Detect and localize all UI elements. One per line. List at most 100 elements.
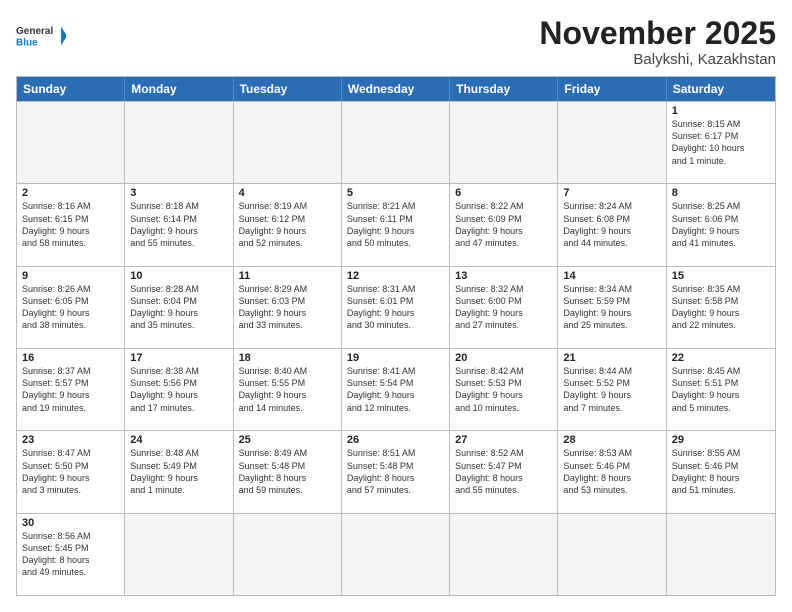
day-number: 16 xyxy=(22,352,119,364)
day-info: Sunrise: 8:16 AM Sunset: 6:15 PM Dayligh… xyxy=(22,200,119,249)
svg-text:Blue: Blue xyxy=(16,37,38,48)
calendar-header: SundayMondayTuesdayWednesdayThursdayFrid… xyxy=(17,77,775,101)
empty-cell-5-6 xyxy=(667,514,775,595)
day-number: 30 xyxy=(22,517,119,529)
day-info: Sunrise: 8:51 AM Sunset: 5:48 PM Dayligh… xyxy=(347,447,444,496)
day-info: Sunrise: 8:38 AM Sunset: 5:56 PM Dayligh… xyxy=(130,365,227,414)
day-cell-10: 10Sunrise: 8:28 AM Sunset: 6:04 PM Dayli… xyxy=(125,267,233,348)
day-info: Sunrise: 8:45 AM Sunset: 5:51 PM Dayligh… xyxy=(672,365,770,414)
day-cell-27: 27Sunrise: 8:52 AM Sunset: 5:47 PM Dayli… xyxy=(450,431,558,512)
day-info: Sunrise: 8:48 AM Sunset: 5:49 PM Dayligh… xyxy=(130,447,227,496)
weekday-header-friday: Friday xyxy=(558,77,666,101)
day-number: 22 xyxy=(672,352,770,364)
day-number: 11 xyxy=(239,270,336,282)
day-number: 9 xyxy=(22,270,119,282)
calendar-row-2: 9Sunrise: 8:26 AM Sunset: 6:05 PM Daylig… xyxy=(17,266,775,348)
empty-cell-5-1 xyxy=(125,514,233,595)
day-info: Sunrise: 8:53 AM Sunset: 5:46 PM Dayligh… xyxy=(563,447,660,496)
day-info: Sunrise: 8:42 AM Sunset: 5:53 PM Dayligh… xyxy=(455,365,552,414)
weekday-header-tuesday: Tuesday xyxy=(234,77,342,101)
day-cell-22: 22Sunrise: 8:45 AM Sunset: 5:51 PM Dayli… xyxy=(667,349,775,430)
day-number: 27 xyxy=(455,434,552,446)
svg-text:General: General xyxy=(16,26,53,37)
empty-cell-0-2 xyxy=(234,102,342,183)
day-cell-4: 4Sunrise: 8:19 AM Sunset: 6:12 PM Daylig… xyxy=(234,184,342,265)
empty-cell-0-1 xyxy=(125,102,233,183)
day-info: Sunrise: 8:41 AM Sunset: 5:54 PM Dayligh… xyxy=(347,365,444,414)
day-number: 19 xyxy=(347,352,444,364)
day-cell-17: 17Sunrise: 8:38 AM Sunset: 5:56 PM Dayli… xyxy=(125,349,233,430)
day-cell-19: 19Sunrise: 8:41 AM Sunset: 5:54 PM Dayli… xyxy=(342,349,450,430)
calendar-body: 1Sunrise: 8:15 AM Sunset: 6:17 PM Daylig… xyxy=(17,101,775,595)
day-cell-8: 8Sunrise: 8:25 AM Sunset: 6:06 PM Daylig… xyxy=(667,184,775,265)
day-info: Sunrise: 8:25 AM Sunset: 6:06 PM Dayligh… xyxy=(672,200,770,249)
day-cell-16: 16Sunrise: 8:37 AM Sunset: 5:57 PM Dayli… xyxy=(17,349,125,430)
month-title: November 2025 xyxy=(539,16,776,51)
weekday-header-saturday: Saturday xyxy=(667,77,775,101)
weekday-header-sunday: Sunday xyxy=(17,77,125,101)
day-cell-30: 30Sunrise: 8:56 AM Sunset: 5:45 PM Dayli… xyxy=(17,514,125,595)
day-cell-6: 6Sunrise: 8:22 AM Sunset: 6:09 PM Daylig… xyxy=(450,184,558,265)
day-cell-20: 20Sunrise: 8:42 AM Sunset: 5:53 PM Dayli… xyxy=(450,349,558,430)
day-info: Sunrise: 8:21 AM Sunset: 6:11 PM Dayligh… xyxy=(347,200,444,249)
day-cell-11: 11Sunrise: 8:29 AM Sunset: 6:03 PM Dayli… xyxy=(234,267,342,348)
day-number: 4 xyxy=(239,187,336,199)
day-info: Sunrise: 8:26 AM Sunset: 6:05 PM Dayligh… xyxy=(22,283,119,332)
day-info: Sunrise: 8:47 AM Sunset: 5:50 PM Dayligh… xyxy=(22,447,119,496)
day-info: Sunrise: 8:34 AM Sunset: 5:59 PM Dayligh… xyxy=(563,283,660,332)
empty-cell-0-3 xyxy=(342,102,450,183)
day-number: 1 xyxy=(672,105,770,117)
day-cell-7: 7Sunrise: 8:24 AM Sunset: 6:08 PM Daylig… xyxy=(558,184,666,265)
day-number: 3 xyxy=(130,187,227,199)
day-info: Sunrise: 8:22 AM Sunset: 6:09 PM Dayligh… xyxy=(455,200,552,249)
day-info: Sunrise: 8:35 AM Sunset: 5:58 PM Dayligh… xyxy=(672,283,770,332)
day-cell-24: 24Sunrise: 8:48 AM Sunset: 5:49 PM Dayli… xyxy=(125,431,233,512)
weekday-header-monday: Monday xyxy=(125,77,233,101)
day-cell-3: 3Sunrise: 8:18 AM Sunset: 6:14 PM Daylig… xyxy=(125,184,233,265)
day-cell-12: 12Sunrise: 8:31 AM Sunset: 6:01 PM Dayli… xyxy=(342,267,450,348)
day-info: Sunrise: 8:52 AM Sunset: 5:47 PM Dayligh… xyxy=(455,447,552,496)
day-info: Sunrise: 8:32 AM Sunset: 6:00 PM Dayligh… xyxy=(455,283,552,332)
day-number: 18 xyxy=(239,352,336,364)
calendar-row-1: 2Sunrise: 8:16 AM Sunset: 6:15 PM Daylig… xyxy=(17,183,775,265)
day-cell-26: 26Sunrise: 8:51 AM Sunset: 5:48 PM Dayli… xyxy=(342,431,450,512)
day-number: 7 xyxy=(563,187,660,199)
day-cell-14: 14Sunrise: 8:34 AM Sunset: 5:59 PM Dayli… xyxy=(558,267,666,348)
day-cell-25: 25Sunrise: 8:49 AM Sunset: 5:48 PM Dayli… xyxy=(234,431,342,512)
calendar-row-3: 16Sunrise: 8:37 AM Sunset: 5:57 PM Dayli… xyxy=(17,348,775,430)
day-number: 15 xyxy=(672,270,770,282)
day-cell-23: 23Sunrise: 8:47 AM Sunset: 5:50 PM Dayli… xyxy=(17,431,125,512)
day-number: 2 xyxy=(22,187,119,199)
title-block: November 2025 Balykshi, Kazakhstan xyxy=(539,16,776,68)
day-cell-15: 15Sunrise: 8:35 AM Sunset: 5:58 PM Dayli… xyxy=(667,267,775,348)
calendar: SundayMondayTuesdayWednesdayThursdayFrid… xyxy=(16,76,776,596)
day-number: 5 xyxy=(347,187,444,199)
day-number: 20 xyxy=(455,352,552,364)
day-cell-21: 21Sunrise: 8:44 AM Sunset: 5:52 PM Dayli… xyxy=(558,349,666,430)
logo-svg: General Blue xyxy=(16,16,66,56)
day-info: Sunrise: 8:40 AM Sunset: 5:55 PM Dayligh… xyxy=(239,365,336,414)
empty-cell-0-5 xyxy=(558,102,666,183)
day-number: 14 xyxy=(563,270,660,282)
empty-cell-0-4 xyxy=(450,102,558,183)
day-info: Sunrise: 8:28 AM Sunset: 6:04 PM Dayligh… xyxy=(130,283,227,332)
day-cell-2: 2Sunrise: 8:16 AM Sunset: 6:15 PM Daylig… xyxy=(17,184,125,265)
day-number: 21 xyxy=(563,352,660,364)
page: General Blue November 2025 Balykshi, Kaz… xyxy=(0,0,792,612)
day-info: Sunrise: 8:19 AM Sunset: 6:12 PM Dayligh… xyxy=(239,200,336,249)
day-number: 26 xyxy=(347,434,444,446)
day-cell-9: 9Sunrise: 8:26 AM Sunset: 6:05 PM Daylig… xyxy=(17,267,125,348)
day-number: 6 xyxy=(455,187,552,199)
day-info: Sunrise: 8:49 AM Sunset: 5:48 PM Dayligh… xyxy=(239,447,336,496)
day-number: 23 xyxy=(22,434,119,446)
day-number: 29 xyxy=(672,434,770,446)
day-info: Sunrise: 8:31 AM Sunset: 6:01 PM Dayligh… xyxy=(347,283,444,332)
day-cell-29: 29Sunrise: 8:55 AM Sunset: 5:46 PM Dayli… xyxy=(667,431,775,512)
day-number: 8 xyxy=(672,187,770,199)
weekday-header-thursday: Thursday xyxy=(450,77,558,101)
weekday-header-wednesday: Wednesday xyxy=(342,77,450,101)
day-info: Sunrise: 8:18 AM Sunset: 6:14 PM Dayligh… xyxy=(130,200,227,249)
logo: General Blue xyxy=(16,16,66,56)
header: General Blue November 2025 Balykshi, Kaz… xyxy=(16,16,776,68)
empty-cell-5-3 xyxy=(342,514,450,595)
